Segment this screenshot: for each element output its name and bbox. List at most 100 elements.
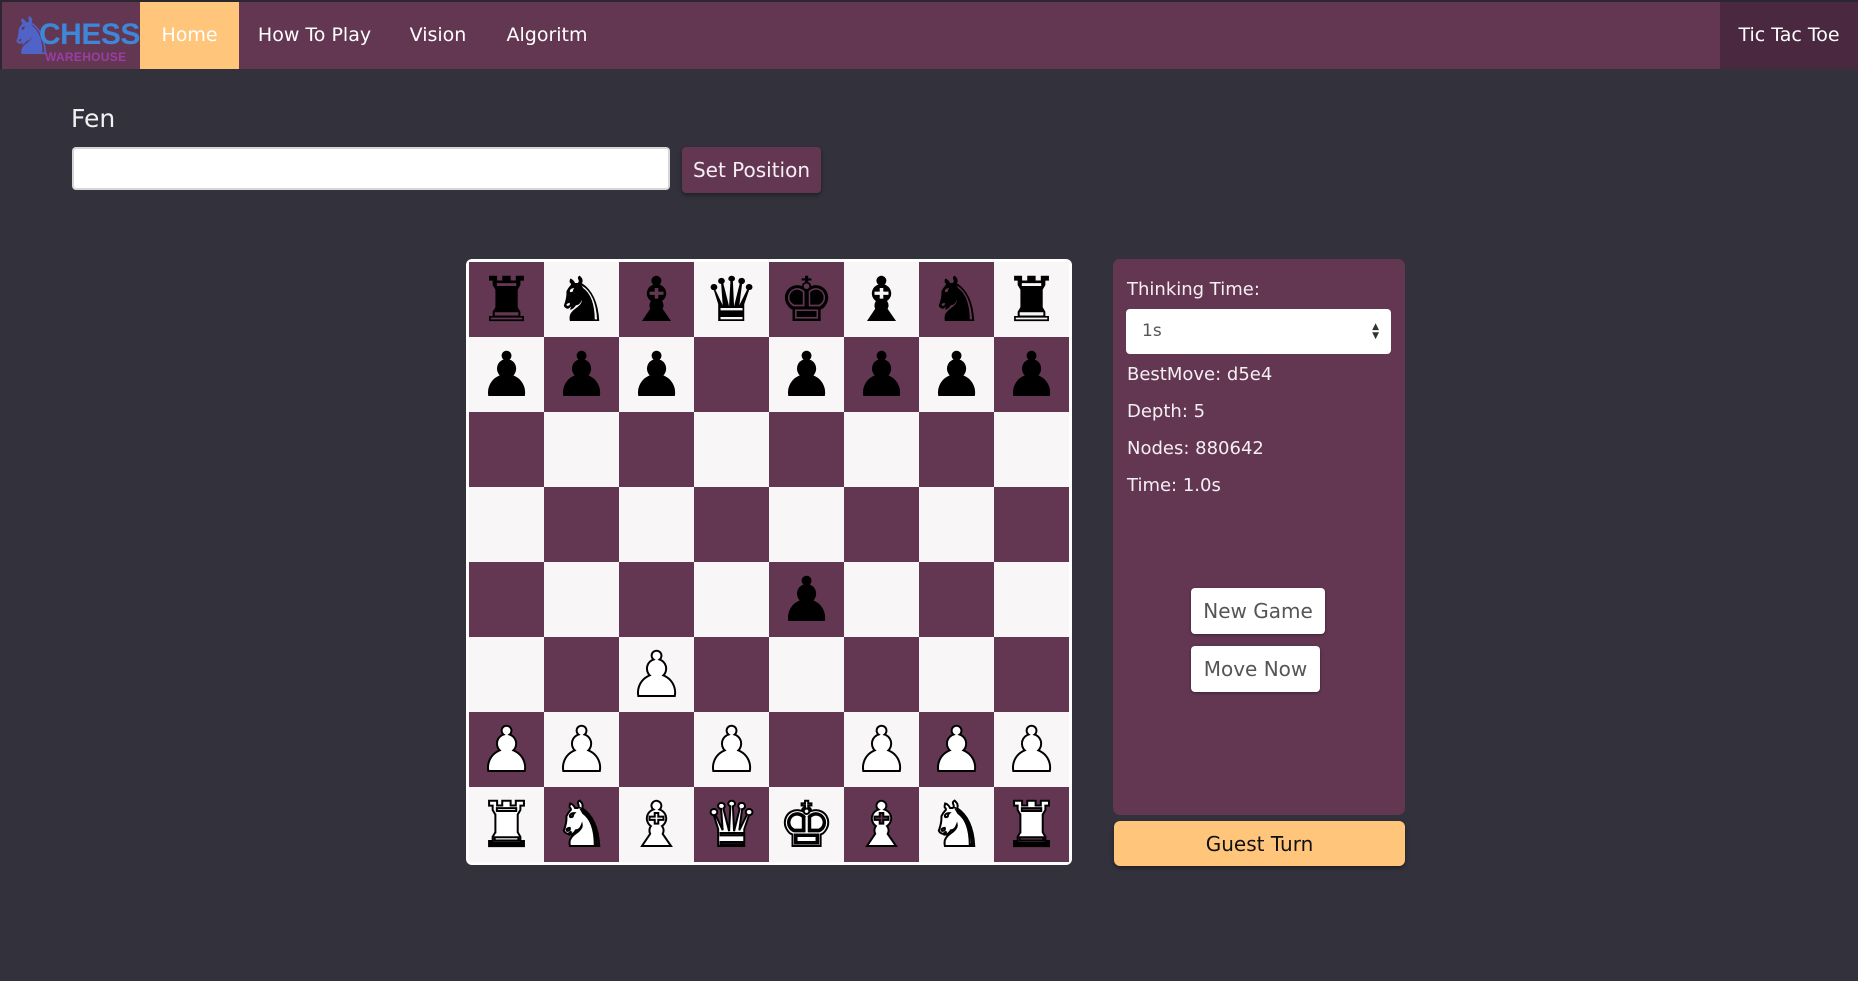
square-d8[interactable]: ♛	[694, 262, 769, 337]
black-bishop-icon[interactable]: ♝	[854, 262, 910, 337]
square-b2[interactable]: ♟	[544, 712, 619, 787]
black-bishop-icon[interactable]: ♝	[629, 262, 685, 337]
black-queen-icon[interactable]: ♛	[704, 262, 760, 337]
fen-input[interactable]	[72, 147, 670, 190]
white-queen-icon[interactable]: ♛	[703, 787, 761, 862]
white-pawn-icon[interactable]: ♟	[703, 712, 761, 787]
square-h7[interactable]: ♟	[994, 337, 1069, 412]
square-a2[interactable]: ♟	[469, 712, 544, 787]
square-g2[interactable]: ♟	[919, 712, 994, 787]
move-now-button[interactable]: Move Now	[1191, 646, 1320, 692]
square-g5[interactable]	[919, 487, 994, 562]
set-position-button[interactable]: Set Position	[682, 147, 821, 193]
square-h5[interactable]	[994, 487, 1069, 562]
square-d4[interactable]	[694, 562, 769, 637]
white-pawn-icon[interactable]: ♟	[1003, 712, 1061, 787]
black-pawn-icon[interactable]: ♟	[554, 337, 610, 412]
white-king-icon[interactable]: ♚	[778, 787, 836, 862]
white-pawn-icon[interactable]: ♟	[553, 712, 611, 787]
white-pawn-icon[interactable]: ♟	[478, 712, 536, 787]
square-a1[interactable]: ♜	[469, 787, 544, 862]
square-h2[interactable]: ♟	[994, 712, 1069, 787]
white-rook-icon[interactable]: ♜	[478, 787, 536, 862]
brand-logo[interactable]: ♞ CHESS WAREHOUSE	[8, 9, 140, 66]
square-f5[interactable]	[844, 487, 919, 562]
square-g8[interactable]: ♞	[919, 262, 994, 337]
square-e7[interactable]: ♟	[769, 337, 844, 412]
square-c3[interactable]: ♟	[619, 637, 694, 712]
square-h4[interactable]	[994, 562, 1069, 637]
square-d5[interactable]	[694, 487, 769, 562]
square-f4[interactable]	[844, 562, 919, 637]
nav-vision[interactable]: Vision	[400, 2, 476, 69]
square-h1[interactable]: ♜	[994, 787, 1069, 862]
square-f1[interactable]: ♝	[844, 787, 919, 862]
square-b7[interactable]: ♟	[544, 337, 619, 412]
square-c2[interactable]	[619, 712, 694, 787]
square-h8[interactable]: ♜	[994, 262, 1069, 337]
square-d1[interactable]: ♛	[694, 787, 769, 862]
nav-algoritm[interactable]: Algoritm	[497, 2, 597, 69]
square-f3[interactable]	[844, 637, 919, 712]
chess-board[interactable]: ♜ ♞ ♝ ♛ ♚ ♝ ♞ ♜ ♟ ♟ ♟ ♟ ♟ ♟ ♟ ♟ ♟ ♟ ♟ ♟ ♟ ♟ ♟ ♜ ♞ ♝ ♛ ♚ ♝ ♞ ♜	[469, 262, 1069, 862]
square-a7[interactable]: ♟	[469, 337, 544, 412]
square-f2[interactable]: ♟	[844, 712, 919, 787]
black-pawn-icon[interactable]: ♟	[1004, 337, 1060, 412]
square-c7[interactable]: ♟	[619, 337, 694, 412]
white-knight-icon[interactable]: ♞	[928, 787, 986, 862]
turn-indicator-button[interactable]: Guest Turn	[1114, 821, 1405, 866]
square-e1[interactable]: ♚	[769, 787, 844, 862]
square-c4[interactable]	[619, 562, 694, 637]
white-pawn-icon[interactable]: ♟	[928, 712, 986, 787]
white-rook-icon[interactable]: ♜	[1003, 787, 1061, 862]
square-c6[interactable]	[619, 412, 694, 487]
black-rook-icon[interactable]: ♜	[1004, 262, 1060, 337]
black-knight-icon[interactable]: ♞	[554, 262, 610, 337]
black-pawn-icon[interactable]: ♟	[929, 337, 985, 412]
black-pawn-icon[interactable]: ♟	[854, 337, 910, 412]
white-pawn-icon[interactable]: ♟	[628, 637, 686, 712]
square-d6[interactable]	[694, 412, 769, 487]
square-a6[interactable]	[469, 412, 544, 487]
square-b8[interactable]: ♞	[544, 262, 619, 337]
black-knight-icon[interactable]: ♞	[929, 262, 985, 337]
square-g7[interactable]: ♟	[919, 337, 994, 412]
square-b5[interactable]	[544, 487, 619, 562]
square-g4[interactable]	[919, 562, 994, 637]
square-c5[interactable]	[619, 487, 694, 562]
square-h3[interactable]	[994, 637, 1069, 712]
thinking-time-select[interactable]: 1s ▲ ▼	[1126, 309, 1391, 354]
square-e6[interactable]	[769, 412, 844, 487]
white-bishop-icon[interactable]: ♝	[853, 787, 911, 862]
square-f8[interactable]: ♝	[844, 262, 919, 337]
square-a8[interactable]: ♜	[469, 262, 544, 337]
black-king-icon[interactable]: ♚	[779, 262, 835, 337]
square-d2[interactable]: ♟	[694, 712, 769, 787]
square-c1[interactable]: ♝	[619, 787, 694, 862]
square-b6[interactable]	[544, 412, 619, 487]
square-d7[interactable]	[694, 337, 769, 412]
square-b4[interactable]	[544, 562, 619, 637]
square-e3[interactable]	[769, 637, 844, 712]
black-rook-icon[interactable]: ♜	[479, 262, 535, 337]
square-g6[interactable]	[919, 412, 994, 487]
square-e4[interactable]: ♟	[769, 562, 844, 637]
square-a5[interactable]	[469, 487, 544, 562]
square-a3[interactable]	[469, 637, 544, 712]
black-pawn-icon[interactable]: ♟	[479, 337, 535, 412]
white-bishop-icon[interactable]: ♝	[628, 787, 686, 862]
nav-how-to-play[interactable]: How To Play	[247, 2, 382, 69]
nav-tic-tac-toe[interactable]: Tic Tac Toe	[1720, 2, 1858, 69]
square-h6[interactable]	[994, 412, 1069, 487]
square-e2[interactable]	[769, 712, 844, 787]
new-game-button[interactable]: New Game	[1191, 588, 1325, 634]
square-g1[interactable]: ♞	[919, 787, 994, 862]
square-f6[interactable]	[844, 412, 919, 487]
black-pawn-icon[interactable]: ♟	[779, 337, 835, 412]
square-b1[interactable]: ♞	[544, 787, 619, 862]
square-f7[interactable]: ♟	[844, 337, 919, 412]
square-g3[interactable]	[919, 637, 994, 712]
square-a4[interactable]	[469, 562, 544, 637]
square-b3[interactable]	[544, 637, 619, 712]
square-e5[interactable]	[769, 487, 844, 562]
